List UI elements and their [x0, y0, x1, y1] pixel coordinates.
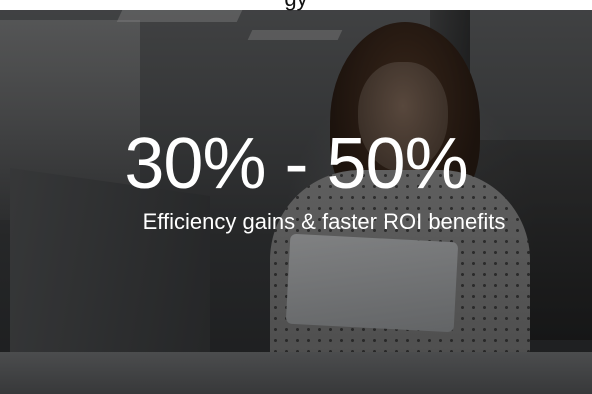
hero-headline: 30% - 50%: [124, 124, 468, 204]
top-strip-text: gy: [0, 0, 592, 12]
hero-subline: Efficiency gains & faster ROI benefits: [142, 209, 506, 234]
hero-banner: gy 30% - 50% Efficiency gains & faster R…: [0, 0, 592, 394]
top-strip: gy: [0, 0, 592, 12]
